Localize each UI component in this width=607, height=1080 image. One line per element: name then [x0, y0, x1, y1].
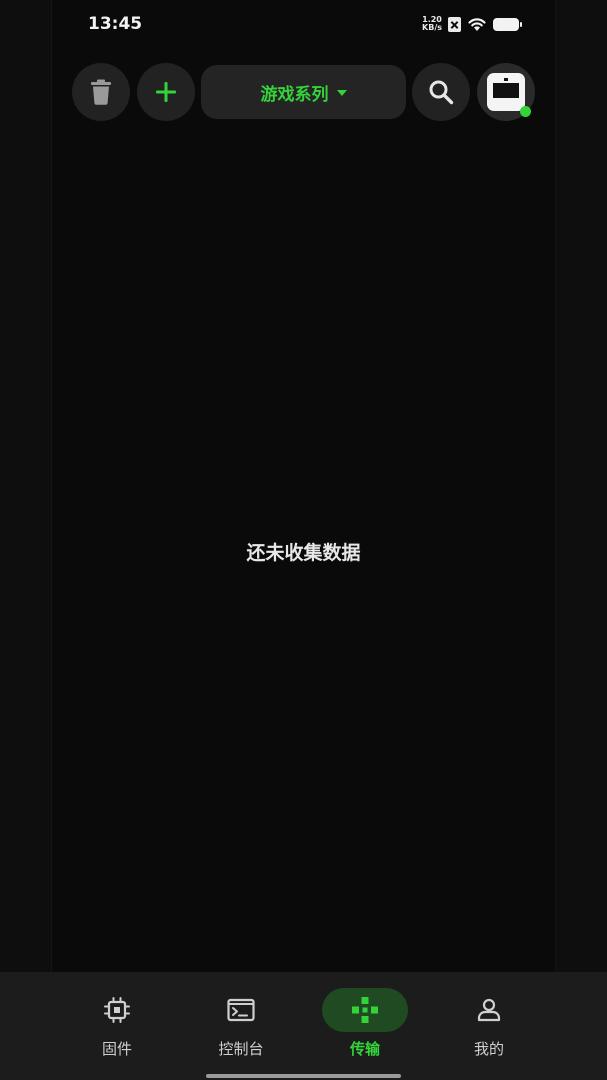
person-icon [477, 998, 501, 1022]
right-frame [555, 0, 607, 972]
plus-icon [156, 82, 176, 102]
bottom-navigation: 固件 控制台 传输 我的 [0, 972, 607, 1080]
battery-icon [493, 17, 522, 31]
nav-pill-console [198, 988, 284, 1032]
no-sim-icon [448, 16, 461, 32]
nav-pill-firmware [74, 988, 160, 1032]
status-bar: 13:45 1.20 KB/s [0, 0, 607, 52]
nav-item-console[interactable]: 控制台 [181, 972, 301, 1080]
main-content-area [52, 0, 555, 972]
network-speed: 1.20 KB/s [422, 16, 442, 32]
nav-label-firmware: 固件 [101, 1040, 132, 1058]
online-status-dot [520, 106, 531, 117]
nav-pill-mine [446, 988, 532, 1032]
series-dropdown-label: 游戏系列 [260, 84, 329, 105]
empty-state-message: 还未收集数据 [246, 542, 361, 564]
left-frame [0, 0, 52, 972]
caret-down-icon [336, 90, 347, 96]
nav-item-mine[interactable]: 我的 [429, 972, 549, 1080]
series-dropdown[interactable]: 游戏系列 [201, 65, 406, 119]
home-indicator[interactable] [206, 1074, 401, 1078]
nav-pill-transfer [322, 988, 408, 1032]
nav-item-transfer[interactable]: 传输 [305, 972, 425, 1080]
status-icons: 1.20 KB/s [422, 16, 522, 32]
nav-label-console: 控制台 [218, 1040, 264, 1058]
add-button[interactable] [137, 63, 195, 121]
nav-label-mine: 我的 [473, 1040, 504, 1058]
search-icon [429, 80, 454, 105]
device-screen [493, 83, 519, 98]
device-button[interactable] [477, 63, 535, 121]
nav-item-firmware[interactable]: 固件 [57, 972, 177, 1080]
search-button[interactable] [412, 63, 470, 121]
delete-button[interactable] [72, 63, 130, 121]
device-slot [504, 78, 508, 81]
chip-icon [104, 997, 130, 1023]
terminal-icon [227, 998, 255, 1022]
gamepad-icon [352, 997, 378, 1023]
trash-icon [91, 79, 111, 105]
device-thumbnail [487, 73, 525, 111]
nav-label-transfer: 传输 [349, 1040, 380, 1058]
network-speed-unit: KB/s [422, 23, 442, 32]
wifi-icon [468, 18, 486, 31]
status-time: 13:45 [88, 14, 143, 34]
